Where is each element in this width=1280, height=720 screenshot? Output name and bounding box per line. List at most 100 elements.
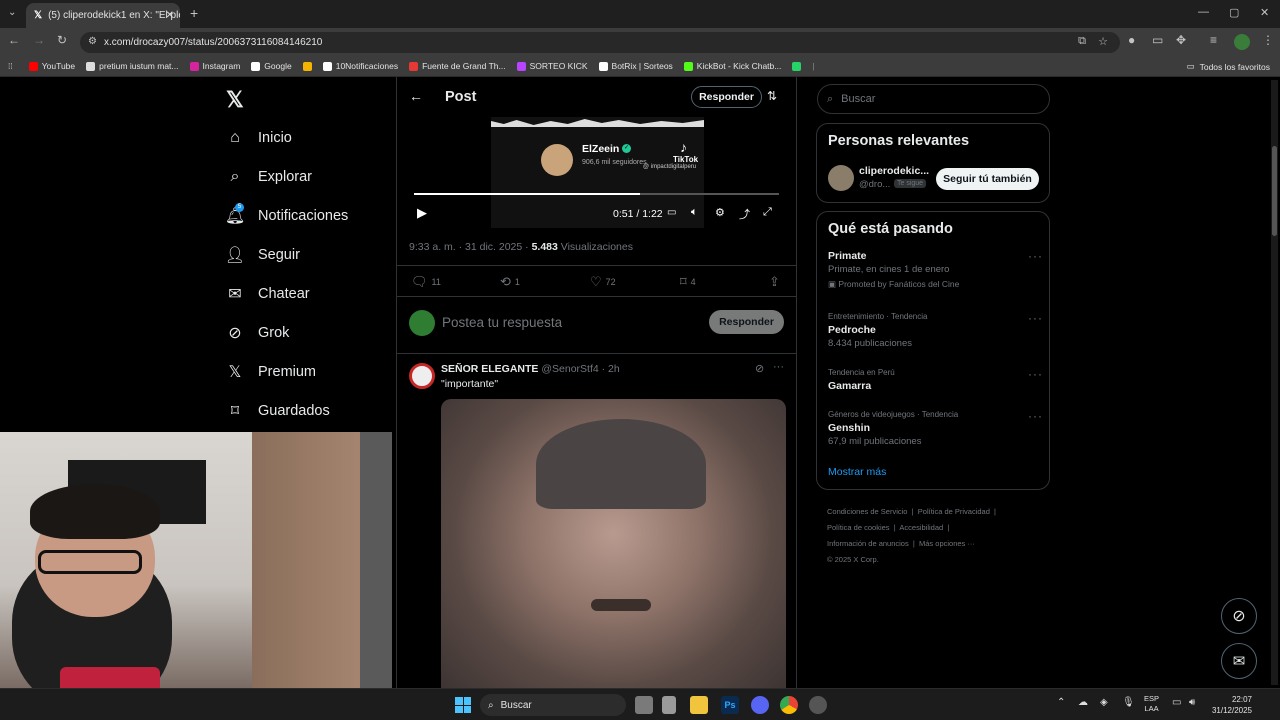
compose-reply-button[interactable]: Responder (709, 310, 784, 334)
repost-stat[interactable]: ⟲ 1 (500, 274, 520, 290)
follow-back-button[interactable]: Seguir tú también (936, 168, 1039, 190)
back-icon[interactable]: ← (8, 33, 20, 47)
footer-terms[interactable]: Condiciones de Servicio (827, 507, 907, 516)
nav-item-seguir[interactable]: 👤︎ Seguir (225, 243, 300, 267)
chrome-icon[interactable] (780, 696, 798, 714)
bookmark-item[interactable]: BotRix | Sorteos (598, 61, 673, 71)
more-icon[interactable]: ··· (773, 361, 784, 373)
profile-avatar[interactable] (1234, 34, 1250, 50)
trend-item[interactable]: Tendencia en Perú Gamarra ··· (828, 367, 1043, 393)
footer-ads-info[interactable]: Información de anuncios (827, 539, 909, 548)
nav-item-premium[interactable]: 𝕏 Premium (226, 360, 316, 384)
nav-item-grok[interactable]: ⊘ Grok (226, 321, 289, 345)
reply-avatar[interactable] (409, 363, 435, 389)
discord-icon[interactable] (751, 696, 769, 714)
tray-chevron-icon[interactable]: ⌃ (1057, 697, 1065, 708)
minimize-icon[interactable]: — (1198, 6, 1209, 18)
reply-author-name[interactable]: SEÑOR ELEGANTE (441, 363, 538, 375)
x-logo-icon[interactable]: 𝕏 (226, 87, 244, 113)
star-icon[interactable]: ☆ (1098, 35, 1108, 48)
search-input[interactable]: ⌕ Buscar (817, 84, 1050, 114)
site-info-icon[interactable]: ⚙ (88, 36, 97, 47)
display-icon[interactable]: ▭ (1172, 697, 1181, 708)
extension2-icon[interactable]: ▭ (1152, 33, 1163, 47)
tray-app2-icon[interactable]: ◈ (1100, 697, 1108, 708)
menu-icon[interactable]: ⋮ (1262, 33, 1274, 47)
trend-item[interactable]: Primate Primate, en cines 1 de enero ▣ Pro… (828, 249, 1043, 291)
compose-input[interactable]: Postea tu respuesta (442, 315, 562, 330)
reply-author-handle[interactable]: @SenorStf4 (541, 363, 598, 375)
fullscreen-icon[interactable]: ⤢ (763, 206, 772, 219)
bookmark-item[interactable]: Instagram (189, 61, 240, 71)
windows-start-icon[interactable] (455, 697, 471, 713)
bookmark-item[interactable] (792, 61, 802, 71)
bookmark-item[interactable]: Google (251, 61, 292, 71)
pip-icon[interactable]: ⤴ (739, 206, 750, 222)
photoshop-icon[interactable]: Ps (721, 696, 739, 714)
page-scrollbar[interactable] (1271, 80, 1278, 685)
microphone-tray-icon[interactable]: 🎙︎ (1122, 697, 1135, 708)
footer-accessibility[interactable]: Accesibilidad (899, 523, 943, 532)
task-view-icon[interactable] (635, 696, 653, 714)
volume-tray-icon[interactable]: 🔊︎ (1189, 697, 1195, 708)
trend-more-icon[interactable]: ··· (1028, 409, 1043, 423)
language-indicator[interactable]: ESP LAA (1144, 694, 1159, 714)
extension-icon[interactable]: ● (1128, 33, 1135, 47)
messages-floating-button[interactable]: ✉ (1221, 643, 1257, 679)
grok-floating-button[interactable]: ⊘ (1221, 598, 1257, 634)
reply-gif-image[interactable] (441, 399, 786, 688)
bookmark-item[interactable]: YouTube (28, 61, 75, 71)
install-icon[interactable]: ⧉ (1078, 35, 1086, 48)
footer-privacy[interactable]: Política de Privacidad (918, 507, 990, 516)
reload-icon[interactable]: ↻ (57, 33, 67, 47)
filter-icon[interactable]: ⇅ (767, 89, 777, 103)
trend-more-icon[interactable]: ··· (1028, 367, 1043, 381)
clock[interactable]: 22:07 31/12/2025 (1208, 694, 1252, 716)
nav-item-guardados[interactable]: ⌑ Guardados (226, 399, 330, 423)
play-icon[interactable]: ▶ (417, 205, 427, 221)
file-explorer-icon[interactable] (690, 696, 708, 714)
nav-item-chatear[interactable]: ✉ Chatear (226, 282, 309, 306)
tab-search-chevron-icon[interactable]: ⌄ (8, 7, 16, 18)
footer-cookies[interactable]: Política de cookies (827, 523, 890, 532)
video-progress-track[interactable] (414, 193, 779, 195)
nav-item-inicio[interactable]: ⌂ Inicio (226, 126, 292, 150)
scrollbar-thumb[interactable] (1272, 146, 1277, 236)
nav-item-explorar[interactable]: ⌕ Explorar (226, 165, 312, 189)
trend-more-icon[interactable]: ··· (1028, 249, 1043, 263)
bookmark-item[interactable]: KickBot - Kick Chatb... (683, 61, 781, 71)
reply-stat[interactable]: 🗨︎ 11 (411, 274, 441, 290)
show-more-link[interactable]: Mostrar más (828, 466, 886, 478)
bookmark-item[interactable] (302, 61, 312, 71)
apps-grid-icon[interactable]: ⁞⁞ (8, 61, 13, 71)
taskbar-search[interactable]: ⌕ Buscar (480, 694, 626, 716)
bookmark-item[interactable]: Fuente de Grand Th... (409, 61, 506, 71)
bookmark-stat[interactable]: ⌑ 4 (680, 274, 696, 290)
header-reply-button[interactable]: Responder (691, 86, 762, 108)
widget-icon[interactable] (662, 696, 676, 714)
new-tab-button[interactable]: + (190, 5, 198, 21)
reading-list-icon[interactable]: ≡ (1210, 33, 1217, 47)
bookmark-item[interactable]: pretium iustum mat... (86, 61, 179, 71)
trend-more-icon[interactable]: ··· (1028, 311, 1043, 325)
settings-icon[interactable]: ⚙ (715, 206, 725, 219)
bookmark-item[interactable]: 10Notificaciones (322, 61, 398, 71)
captions-icon[interactable]: ▭ (667, 207, 676, 218)
trend-item[interactable]: Géneros de videojuegos · Tendencia Genshi… (828, 409, 1043, 449)
volume-icon[interactable]: 🔈︎ (691, 206, 698, 219)
trend-item[interactable]: Entretenimiento · Tendencia Pedroche 8.434… (828, 311, 1043, 351)
person-avatar[interactable] (828, 165, 854, 191)
tray-app-icon[interactable]: ☁ (1078, 697, 1088, 708)
restore-icon[interactable]: ▢ (1229, 6, 1239, 19)
close-window-icon[interactable]: ✕ (1260, 6, 1269, 19)
my-avatar[interactable] (409, 310, 435, 336)
nav-item-notificaciones[interactable]: 🔔︎ 5 Notificaciones (225, 203, 348, 228)
forward-icon[interactable]: → (33, 33, 45, 47)
back-arrow-icon[interactable]: ← (409, 88, 423, 104)
grok-explain-icon[interactable]: ⊘ (755, 362, 764, 375)
footer-more[interactable]: Más opciones ··· (919, 539, 975, 548)
bookmark-item[interactable]: SORTEO KICK (516, 61, 588, 71)
all-bookmarks[interactable]: ▭ Todos los favoritos (1187, 61, 1270, 72)
share-icon[interactable]: ⇪ (769, 274, 780, 290)
address-bar[interactable]: ⚙ x.com/drocazy007/status/20063731160841… (80, 32, 1120, 53)
